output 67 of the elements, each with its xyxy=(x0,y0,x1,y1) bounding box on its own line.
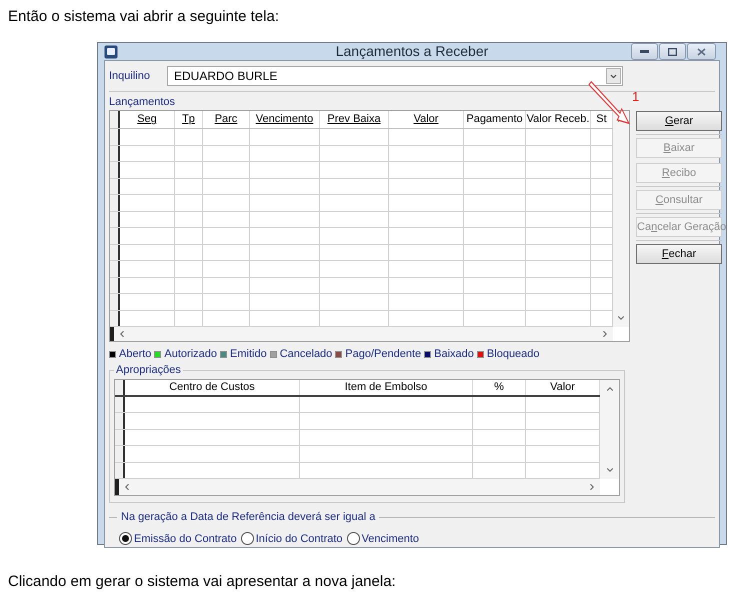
row-header[interactable] xyxy=(110,195,120,210)
legend-label: Autorizado xyxy=(164,346,218,362)
maximize-icon xyxy=(668,48,677,56)
column-header[interactable]: Pagamento xyxy=(466,111,523,128)
row-header[interactable] xyxy=(115,462,125,478)
action-button[interactable]: Fechar xyxy=(636,244,722,264)
row-header[interactable] xyxy=(115,430,125,445)
column-header[interactable]: St xyxy=(596,111,607,128)
minimize-icon xyxy=(640,50,649,53)
action-button[interactable]: Gerar xyxy=(636,111,722,131)
radio-option[interactable]: Emissão do Contrato xyxy=(119,530,237,547)
radio-icon[interactable] xyxy=(240,532,254,546)
vertical-scrollbar[interactable] xyxy=(613,111,629,327)
row-header[interactable] xyxy=(115,446,125,462)
column-header[interactable]: Item de Embolso xyxy=(344,378,428,396)
reference-date-label: Na geração a Data de Referência deverá ser igual a xyxy=(121,510,376,525)
row-header[interactable] xyxy=(110,244,120,260)
column-header[interactable]: Valor Receb. xyxy=(526,111,590,128)
radio-icon[interactable] xyxy=(346,532,360,546)
row-header[interactable] xyxy=(110,261,120,276)
maximize-button[interactable] xyxy=(659,43,686,60)
legend-label: Baixado xyxy=(434,346,474,362)
entries-label: Lançamentos xyxy=(109,95,176,110)
row-header[interactable] xyxy=(110,129,120,144)
column-header[interactable]: Parc xyxy=(214,111,238,128)
column-header[interactable]: Tp xyxy=(182,111,195,128)
radio-option[interactable]: Início do Contrato xyxy=(240,530,343,547)
legend-label: Aberto xyxy=(119,346,152,362)
appropriations-label: Apropriações xyxy=(115,363,182,378)
corner-header xyxy=(110,111,120,128)
radio-option[interactable]: Vencimento xyxy=(346,530,420,547)
column-header[interactable]: % xyxy=(494,378,504,396)
row-header[interactable] xyxy=(110,278,120,293)
row-header[interactable] xyxy=(110,178,120,194)
row-header[interactable] xyxy=(110,162,120,178)
outro-paragraph: Clicando em gerar o sistema vai apresentar a nova janela: xyxy=(7,572,397,592)
legend-label: Bloqueado xyxy=(486,346,540,362)
column-header[interactable]: Vencimento xyxy=(256,111,314,128)
tenant-dropdown[interactable]: EDUARDO BURLE xyxy=(167,66,623,86)
corner-header xyxy=(115,380,125,394)
column-header[interactable]: Valor xyxy=(414,111,438,128)
row-header[interactable] xyxy=(110,228,120,244)
radio-icon[interactable] xyxy=(119,532,132,546)
vertical-scrollbar[interactable] xyxy=(600,380,619,479)
legend-label: Pago/Pendente xyxy=(345,346,422,362)
tenant-label: Inquilino xyxy=(109,68,151,84)
row-header[interactable] xyxy=(115,413,125,428)
column-header[interactable]: Centro de Custos xyxy=(169,378,255,396)
horizontal-scrollbar[interactable] xyxy=(110,327,613,341)
legend-label: Emitido xyxy=(230,346,267,362)
horizontal-scrollbar[interactable] xyxy=(115,479,600,495)
column-header[interactable]: Seg xyxy=(137,111,157,128)
annotation-number: 1 xyxy=(632,88,640,106)
row-header[interactable] xyxy=(110,146,120,161)
window-title: Lançamentos a Receber xyxy=(336,42,488,61)
row-header[interactable] xyxy=(115,396,125,412)
close-icon xyxy=(697,48,706,56)
column-header[interactable]: Prev Baixa xyxy=(327,111,381,128)
minimize-button[interactable] xyxy=(631,43,658,60)
row-header[interactable] xyxy=(110,212,120,227)
app-icon xyxy=(104,44,118,58)
close-button[interactable] xyxy=(687,43,716,60)
legend-label: Cancelado xyxy=(280,346,332,362)
row-header[interactable] xyxy=(110,294,120,310)
column-header[interactable]: Valor xyxy=(550,378,575,396)
row-header[interactable] xyxy=(110,310,120,326)
intro-paragraph: Então o sistema vai abrir a seguinte tela: xyxy=(7,7,280,27)
